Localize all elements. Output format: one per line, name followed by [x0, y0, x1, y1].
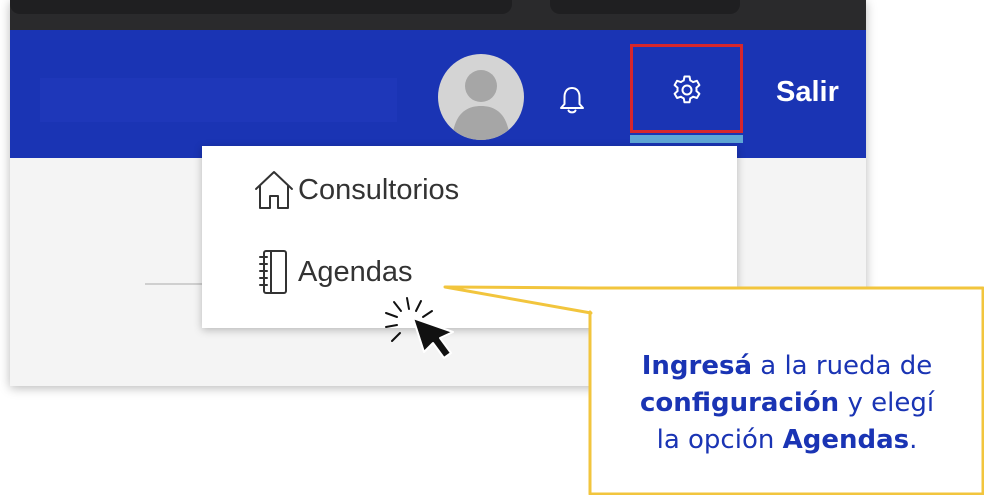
mouse-pointer-icon	[412, 317, 454, 359]
callout-instruction: Ingresá a la rueda de configuración y el…	[639, 351, 935, 455]
